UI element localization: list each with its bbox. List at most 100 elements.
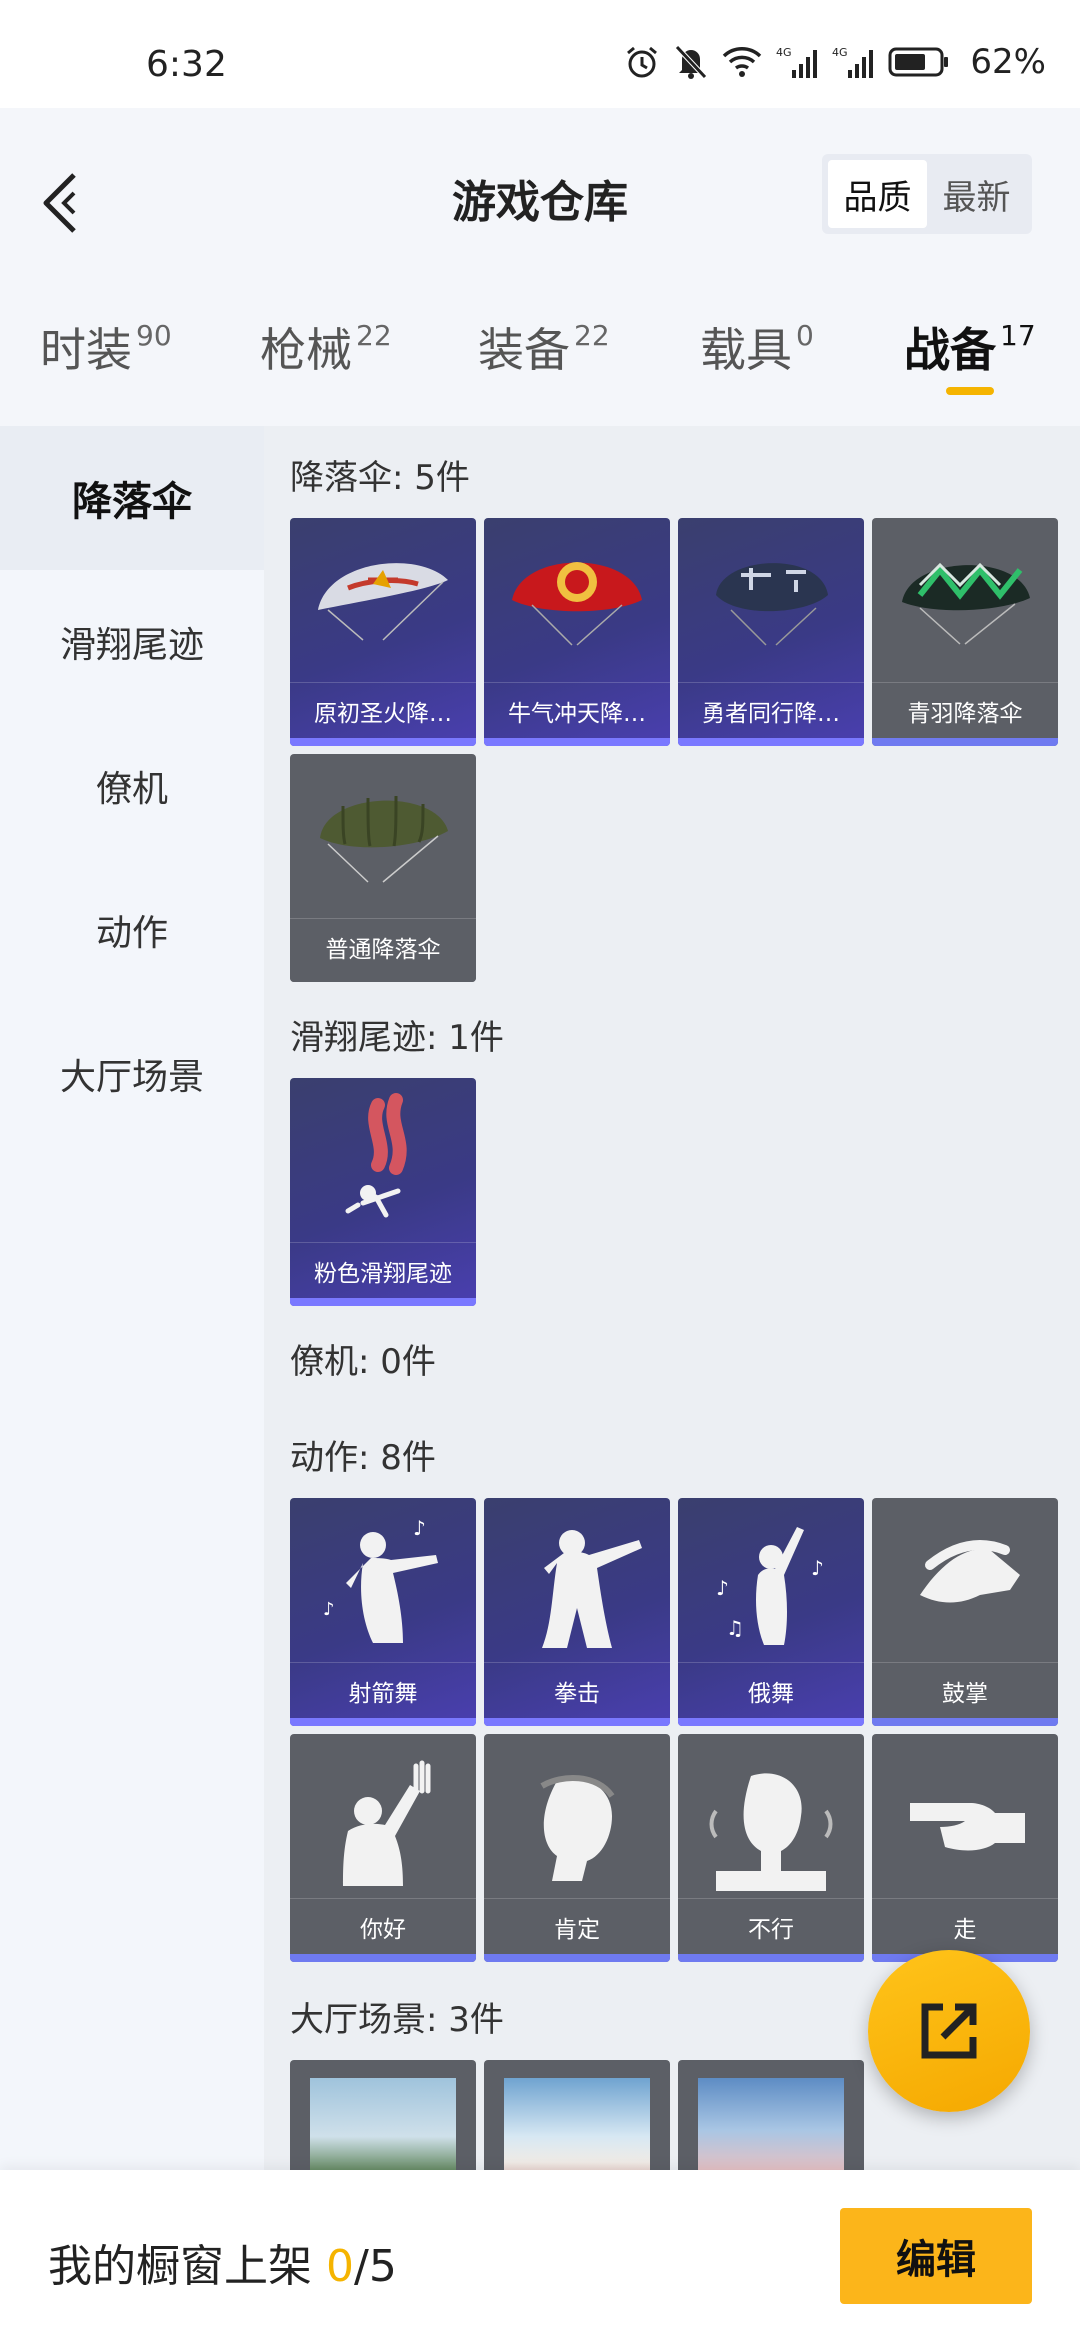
item-card[interactable]: ♪ ♪ ♫ 俄舞 [678,1498,864,1726]
item-card[interactable]: 肯定 [484,1734,670,1962]
rarity-bar [290,974,476,982]
active-tab-indicator [946,387,994,395]
rarity-bar [678,738,864,746]
inventory-content: 降落伞: 5件 原初圣火降… 牛气冲天降… 勇者同行降… 青羽降落伞 普通降落伞 [264,426,1080,2170]
rarity-bar [290,738,476,746]
section-title-glide-trail: 滑翔尾迹: 1件 [290,1018,504,1058]
section-title-wingman: 僚机: 0件 [290,1342,436,1382]
tab-guns[interactable]: 枪械 22 [260,318,392,408]
tab-equipment[interactable]: 装备 22 [478,318,610,408]
item-card[interactable]: 粉色滑翔尾迹 [290,1078,476,1306]
item-card[interactable]: 拳击 [484,1498,670,1726]
shaking-head-icon [678,1734,864,1898]
item-card[interactable]: 原初圣火降… [290,518,476,746]
parachute-icon [290,754,476,918]
tab-vehicles[interactable]: 载具 0 [700,318,814,408]
edit-button[interactable]: 编辑 [840,2208,1032,2304]
sidebar-item-lobby-scene[interactable]: 大厅场景 [0,1002,264,1146]
sidebar-item-parachute[interactable]: 降落伞 [0,426,264,570]
russian-dance-icon: ♪ ♪ ♫ [678,1498,864,1662]
tab-count: 0 [796,319,814,352]
tab-label: 枪械 [260,323,352,377]
item-name: 俄舞 [678,1662,864,1718]
item-name: 牛气冲天降… [484,682,670,738]
rarity-bar [678,1718,864,1726]
item-card[interactable]: 普通降落伞 [290,754,476,982]
svg-text:♪: ♪ [413,1516,426,1540]
chevron-left-icon [43,173,76,233]
rarity-bar [290,1298,476,1306]
item-card[interactable]: 走 [872,1734,1058,1962]
lobby-scene-card[interactable] [290,2060,476,2170]
scene-thumbnail [310,2078,456,2170]
tab-fashion[interactable]: 时装 90 [40,318,172,408]
header: 游戏仓库 品质 最新 时装 90 枪械 22 装备 22 载具 0 战备 17 [0,108,1080,426]
wifi-icon [722,45,762,79]
status-bar: 6:32 4G 4G 62% [0,0,1080,108]
share-external-icon [921,2003,977,2059]
rarity-bar [290,1718,476,1726]
tab-label: 战备 [904,323,996,377]
item-card[interactable]: 鼓掌 [872,1498,1058,1726]
rarity-bar [484,1718,670,1726]
svg-text:♫: ♫ [726,1616,744,1640]
item-name: 青羽降落伞 [872,682,1058,738]
glide-trail-icon [290,1078,476,1242]
status-icons: 4G 4G 62% [624,42,1046,82]
parachute-icon [872,518,1058,682]
sidebar-item-glide-trail[interactable]: 滑翔尾迹 [0,570,264,714]
rarity-bar [872,1718,1058,1726]
rarity-bar [484,738,670,746]
rarity-bar [872,738,1058,746]
svg-text:♪: ♪ [323,1599,335,1620]
parachute-icon [290,518,476,682]
sidebar-item-emote[interactable]: 动作 [0,858,264,1002]
category-tabs: 时装 90 枪械 22 装备 22 载具 0 战备 17 [0,298,1080,426]
item-card[interactable]: 牛气冲天降… [484,518,670,746]
svg-text:♪: ♪ [716,1576,729,1600]
signal-4g-icon: 4G [832,44,874,80]
item-name: 普通降落伞 [290,918,476,974]
item-card[interactable]: 勇者同行降… [678,518,864,746]
tab-count: 22 [356,319,392,352]
clapping-hands-icon [872,1498,1058,1662]
lobby-scene-card[interactable] [484,2060,670,2170]
rarity-bar [290,1954,476,1962]
mute-bell-icon [674,44,708,80]
pointing-hand-icon [872,1734,1058,1898]
item-card[interactable]: 不行 [678,1734,864,1962]
nodding-head-icon [484,1734,670,1898]
section-title-lobby-scene: 大厅场景: 3件 [290,2000,504,2040]
item-name: 粉色滑翔尾迹 [290,1242,476,1298]
scene-thumbnail [504,2078,650,2170]
tab-count: 22 [574,319,610,352]
item-card[interactable]: 你好 [290,1734,476,1962]
parachute-icon [484,518,670,682]
waving-hand-icon [290,1734,476,1898]
sort-toggle: 品质 最新 [822,154,1032,234]
share-button[interactable] [868,1950,1030,2112]
battery-percent: 62% [970,42,1046,82]
item-name: 鼓掌 [872,1662,1058,1718]
item-name: 勇者同行降… [678,682,864,738]
sidebar-item-wingman[interactable]: 僚机 [0,714,264,858]
boxing-pose-icon [484,1498,670,1662]
back-button[interactable] [30,158,90,248]
sort-latest-button[interactable]: 最新 [927,160,1026,228]
tab-label: 装备 [478,323,570,377]
lobby-scene-card[interactable] [678,2060,864,2170]
svg-text:♪: ♪ [811,1556,824,1580]
item-name: 拳击 [484,1662,670,1718]
svg-text:4G: 4G [776,46,792,59]
tab-count: 90 [136,319,172,352]
tab-label: 时装 [40,323,132,377]
item-card[interactable]: ♪ ♪ 射箭舞 [290,1498,476,1726]
dance-pose-icon: ♪ ♪ [290,1498,476,1662]
showcase-total: /5 [354,2241,397,2292]
sort-quality-button[interactable]: 品质 [828,160,927,228]
showcase-label: 我的橱窗上架 [48,2241,326,2292]
item-name: 走 [872,1898,1058,1954]
rarity-bar [484,1954,670,1962]
battery-icon [888,46,950,78]
item-card[interactable]: 青羽降落伞 [872,518,1058,746]
